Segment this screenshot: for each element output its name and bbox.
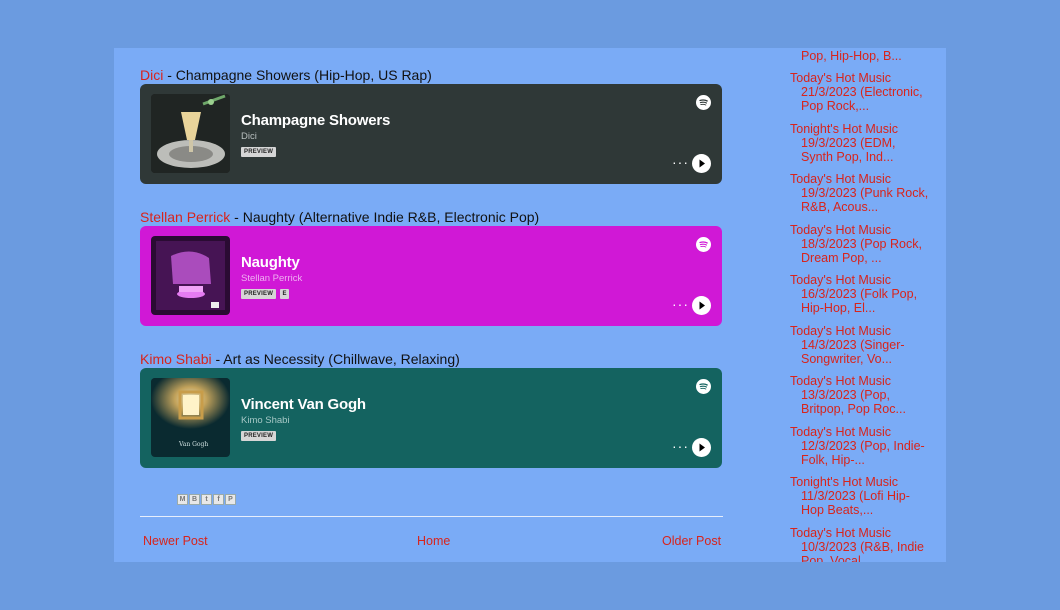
blog-page: Dici - Champagne Showers (Hip-Hop, US Ra…: [114, 48, 946, 562]
spotify-logo-icon[interactable]: [696, 237, 711, 252]
track-title[interactable]: Champagne Showers: [241, 112, 390, 129]
play-button[interactable]: [692, 296, 711, 315]
twitter-icon[interactable]: t: [201, 494, 212, 505]
track-artist[interactable]: Kimo Shabi: [241, 415, 290, 426]
more-options-icon[interactable]: ···: [672, 155, 688, 171]
share-bar: M B t f P: [177, 494, 237, 505]
badge-group: PREVIEW E: [241, 289, 290, 299]
post-heading-text: - Naughty (Alternative Indie R&B, Electr…: [230, 209, 540, 225]
more-options-icon[interactable]: ···: [672, 439, 688, 455]
archive-link[interactable]: Today's Hot Music 21/3/2023 (Electronic, …: [790, 71, 930, 113]
track-title[interactable]: Naughty: [241, 254, 300, 271]
artist-link[interactable]: Kimo Shabi: [140, 351, 212, 367]
spotify-logo-icon[interactable]: [696, 95, 711, 110]
track-artist[interactable]: Dici: [241, 131, 257, 142]
play-button[interactable]: [692, 154, 711, 173]
home-link[interactable]: Home: [417, 534, 450, 548]
divider: [140, 516, 723, 517]
badge-group: PREVIEW: [241, 147, 277, 157]
post-heading-text: - Champagne Showers (Hip-Hop, US Rap): [163, 67, 432, 83]
preview-badge: PREVIEW: [241, 289, 277, 299]
badge-group: PREVIEW: [241, 431, 277, 441]
post-heading-2: Stellan Perrick - Naughty (Alternative I…: [140, 209, 539, 225]
post-heading-3: Kimo Shabi - Art as Necessity (Chillwave…: [140, 351, 460, 367]
post-heading-1: Dici - Champagne Showers (Hip-Hop, US Ra…: [140, 67, 432, 83]
archive-link[interactable]: Today's Hot Music 13/3/2023 (Pop, Britpop…: [790, 374, 930, 416]
archive-link[interactable]: Tonight's Hot Music 19/3/2023 (EDM, Synth…: [790, 122, 930, 164]
album-art: [151, 236, 230, 315]
artist-link[interactable]: Stellan Perrick: [140, 209, 230, 225]
blogger-icon[interactable]: B: [189, 494, 200, 505]
email-icon[interactable]: M: [177, 494, 188, 505]
svg-text:Van Gogh: Van Gogh: [178, 441, 208, 448]
album-art: [151, 94, 230, 173]
preview-badge: PREVIEW: [241, 431, 277, 441]
archive-link[interactable]: Today's Hot Music 16/3/2023 (Folk Pop, Hi…: [790, 273, 930, 315]
archive-link[interactable]: Today's Hot Music 10/3/2023 (R&B, Indie P…: [790, 526, 930, 562]
newer-post-link[interactable]: Newer Post: [143, 534, 208, 548]
spotify-embed-card[interactable]: Champagne Showers Dici PREVIEW ···: [140, 84, 722, 184]
archive-link[interactable]: Today's Hot Music 19/3/2023 (Punk Rock, R…: [790, 172, 930, 214]
album-art: Van Gogh: [151, 378, 230, 457]
explicit-badge: E: [280, 289, 290, 299]
post-heading-text: - Art as Necessity (Chillwave, Relaxing): [211, 351, 460, 367]
spotify-embed-card[interactable]: Naughty Stellan Perrick PREVIEW E ···: [140, 226, 722, 326]
archive-link-partial[interactable]: Pop, Hip-Hop, B...: [790, 49, 930, 63]
preview-badge: PREVIEW: [241, 147, 277, 157]
pinterest-icon[interactable]: P: [225, 494, 236, 505]
play-button[interactable]: [692, 438, 711, 457]
more-options-icon[interactable]: ···: [672, 297, 688, 313]
facebook-icon[interactable]: f: [213, 494, 224, 505]
archive-link[interactable]: Today's Hot Music 14/3/2023 (Singer-Songw…: [790, 324, 930, 366]
archive-link[interactable]: Today's Hot Music 12/3/2023 (Pop, Indie-F…: [790, 425, 930, 467]
archive-link[interactable]: Today's Hot Music 18/3/2023 (Pop Rock, Dr…: [790, 223, 930, 265]
track-title[interactable]: Vincent Van Gogh: [241, 396, 366, 413]
archive-link[interactable]: Tonight's Hot Music 11/3/2023 (Lofi Hip-H…: [790, 475, 930, 517]
spotify-embed-card[interactable]: Van Gogh Vincent Van Gogh Kimo Shabi PRE…: [140, 368, 722, 468]
artist-link[interactable]: Dici: [140, 67, 163, 83]
older-post-link[interactable]: Older Post: [662, 534, 721, 548]
track-artist[interactable]: Stellan Perrick: [241, 273, 302, 284]
spotify-logo-icon[interactable]: [696, 379, 711, 394]
